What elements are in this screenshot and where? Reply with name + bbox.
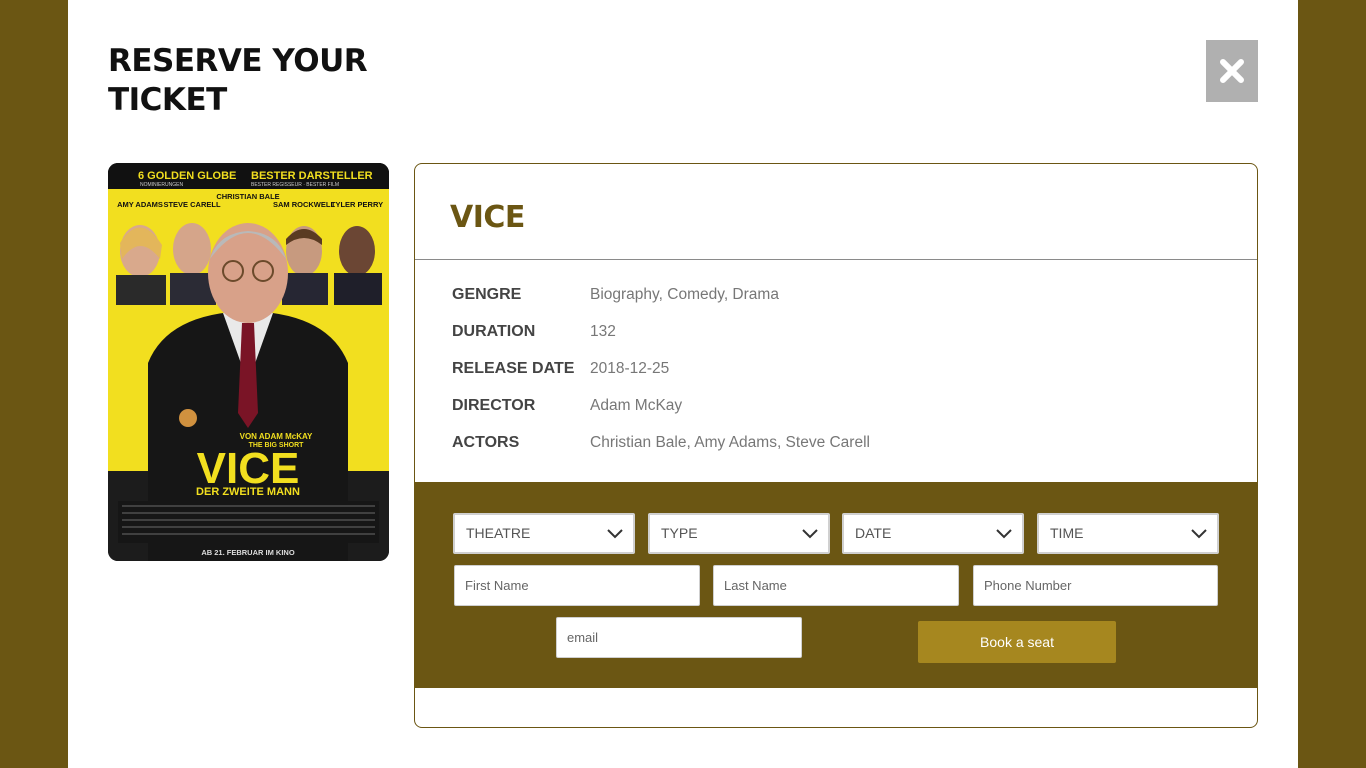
email-field[interactable]: email <box>556 617 802 658</box>
poster-cast-name: STEVE CARELL <box>163 200 221 209</box>
movie-title: VICE <box>450 200 525 235</box>
info-label: GENGRE <box>452 286 522 303</box>
select-label: DATE <box>855 525 892 541</box>
info-value: Adam McKay <box>590 397 683 414</box>
info-label: DURATION <box>452 323 536 340</box>
close-icon <box>1220 59 1244 83</box>
poster-cast-name: SAM ROCKWELL <box>273 200 335 209</box>
info-label: RELEASE DATE <box>452 360 575 377</box>
date-select[interactable]: DATE <box>842 513 1024 554</box>
last-name-field[interactable]: Last Name <box>713 565 959 606</box>
select-label: TYPE <box>661 525 698 541</box>
poster-subtitle: DER ZWEITE MANN <box>196 486 300 498</box>
info-label: DIRECTOR <box>452 397 536 414</box>
info-value: 2018-12-25 <box>590 360 670 377</box>
phone-number-field[interactable]: Phone Number <box>973 565 1218 606</box>
poster-cast-name: TYLER PERRY <box>331 200 383 209</box>
info-value: Biography, Comedy, Drama <box>590 286 779 303</box>
type-select[interactable]: TYPE <box>648 513 830 554</box>
select-label: TIME <box>1050 525 1084 541</box>
info-value: 132 <box>590 323 616 340</box>
first-name-field[interactable]: First Name <box>454 565 700 606</box>
info-label: ACTORS <box>452 434 520 451</box>
poster-award-left-sub: NOMINIERUNGEN <box>140 182 183 188</box>
chevron-down-icon <box>1191 529 1207 539</box>
theatre-select[interactable]: THEATRE <box>453 513 635 554</box>
poster-cast-name: AMY ADAMS <box>117 200 163 209</box>
close-button[interactable] <box>1206 40 1258 102</box>
movie-poster: 6 GOLDEN GLOBE NOMINIERUNGEN BESTER DARS… <box>108 163 389 561</box>
reserve-ticket-modal: RESERVE YOUR TICKET 6 GOLDEN GLOBE NOMIN… <box>68 0 1298 768</box>
select-label: THEATRE <box>466 525 531 541</box>
booking-form: THEATRE TYPE DATE TIME First Name Last N… <box>415 482 1257 688</box>
info-value: Christian Bale, Amy Adams, Steve Carell <box>590 434 870 451</box>
poster-release: AB 21. FEBRUAR IM KINO <box>201 548 295 557</box>
time-select[interactable]: TIME <box>1037 513 1219 554</box>
movie-details-card: VICE GENGRE Biography, Comedy, Drama DUR… <box>414 163 1258 728</box>
chevron-down-icon <box>802 529 818 539</box>
poster-director-line: VON ADAM McKAY <box>240 432 313 441</box>
movie-header: VICE <box>415 164 1257 260</box>
chevron-down-icon <box>607 529 623 539</box>
poster-award-right-sub: BESTER REGISSEUR · BESTER FILM <box>251 182 339 188</box>
chevron-down-icon <box>996 529 1012 539</box>
book-seat-button[interactable]: Book a seat <box>918 621 1116 663</box>
poster-award-left: 6 GOLDEN GLOBE <box>138 170 236 182</box>
modal-title: RESERVE YOUR TICKET <box>108 43 368 118</box>
poster-cast-name: CHRISTIAN BALE <box>216 192 279 201</box>
poster-award-right: BESTER DARSTELLER <box>251 170 373 182</box>
